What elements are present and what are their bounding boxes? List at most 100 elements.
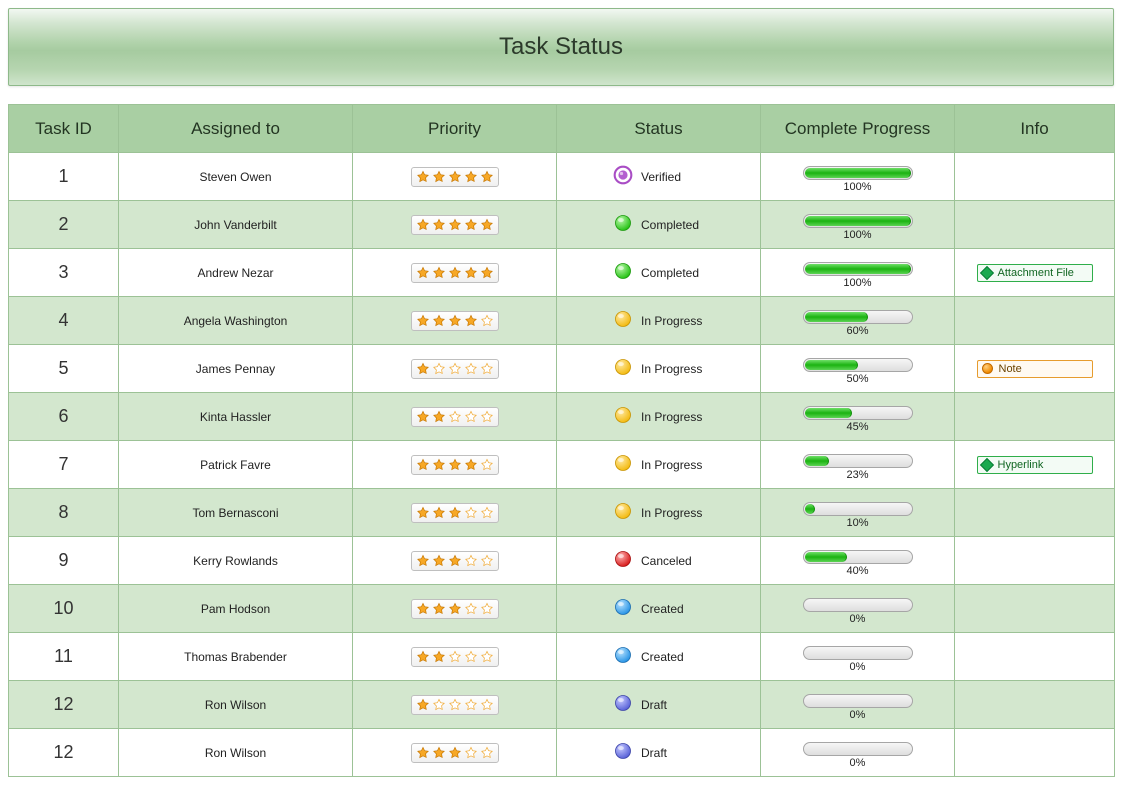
info-tag-label: Attachment File (998, 267, 1074, 279)
star-rating (411, 743, 499, 763)
status-cell: Completed (557, 249, 761, 297)
table-row: 6 Kinta Hassler In Progress 45% (9, 393, 1115, 441)
info-cell: Note (955, 345, 1115, 393)
star-rating (411, 359, 499, 379)
progress-value: 0% (850, 661, 866, 673)
status-cell: Completed (557, 201, 761, 249)
priority-cell (353, 297, 557, 345)
progress-value: 0% (850, 709, 866, 721)
info-cell (955, 729, 1115, 777)
attachment-icon (979, 457, 993, 471)
progress-bar (803, 598, 913, 612)
progress-cell: 10% (761, 489, 955, 537)
task-id-cell: 10 (9, 585, 119, 633)
table-row: 12 Ron Wilson Draft 0% (9, 729, 1115, 777)
table-header-row: Task ID Assigned to Priority Status Comp… (9, 105, 1115, 153)
status-cell: Created (557, 633, 761, 681)
task-id-cell: 8 (9, 489, 119, 537)
table-row: 12 Ron Wilson Draft 0% (9, 681, 1115, 729)
col-header-assigned: Assigned to (119, 105, 353, 153)
table-row: 3 Andrew Nezar Completed 100% Attach (9, 249, 1115, 297)
info-cell (955, 153, 1115, 201)
status-label: In Progress (641, 314, 702, 328)
priority-cell (353, 345, 557, 393)
task-id-cell: 12 (9, 729, 119, 777)
progress-value: 45% (846, 421, 868, 433)
status-label: Verified (641, 170, 681, 184)
progress-bar (803, 742, 913, 756)
progress-bar (803, 454, 913, 468)
table-row: 4 Angela Washington In Progress 60% (9, 297, 1115, 345)
assigned-to-cell: Pam Hodson (119, 585, 353, 633)
status-cell: In Progress (557, 393, 761, 441)
assigned-to-cell: Ron Wilson (119, 729, 353, 777)
star-rating (411, 647, 499, 667)
progress-bar (803, 310, 913, 324)
assigned-to-cell: Patrick Favre (119, 441, 353, 489)
progress-cell: 100% (761, 249, 955, 297)
task-id-cell: 6 (9, 393, 119, 441)
progress-bar (803, 166, 913, 180)
col-header-task-id: Task ID (9, 105, 119, 153)
task-table: Task ID Assigned to Priority Status Comp… (8, 104, 1115, 777)
progress-cell: 23% (761, 441, 955, 489)
status-cell: Draft (557, 729, 761, 777)
col-header-progress: Complete Progress (761, 105, 955, 153)
info-tag[interactable]: Attachment File (977, 264, 1093, 282)
status-orb-icon (613, 741, 633, 764)
progress-value: 60% (846, 325, 868, 337)
progress-cell: 100% (761, 153, 955, 201)
progress-bar (803, 406, 913, 420)
progress-bar (803, 502, 913, 516)
table-row: 8 Tom Bernasconi In Progress 10% (9, 489, 1115, 537)
col-header-status: Status (557, 105, 761, 153)
info-tag[interactable]: Hyperlink (977, 456, 1093, 474)
info-cell (955, 393, 1115, 441)
info-cell: Hyperlink (955, 441, 1115, 489)
status-label: Created (641, 602, 684, 616)
progress-value: 100% (843, 277, 871, 289)
status-cell: In Progress (557, 297, 761, 345)
info-cell (955, 489, 1115, 537)
progress-bar (803, 262, 913, 276)
table-row: 11 Thomas Brabender Created 0% (9, 633, 1115, 681)
progress-cell: 45% (761, 393, 955, 441)
star-rating (411, 695, 499, 715)
page-title: Task Status (8, 8, 1114, 86)
star-rating (411, 407, 499, 427)
progress-value: 10% (846, 517, 868, 529)
priority-cell (353, 489, 557, 537)
task-id-cell: 7 (9, 441, 119, 489)
progress-bar (803, 214, 913, 228)
task-id-cell: 1 (9, 153, 119, 201)
status-cell: In Progress (557, 345, 761, 393)
status-orb-icon (613, 453, 633, 476)
task-id-cell: 9 (9, 537, 119, 585)
priority-cell (353, 153, 557, 201)
assigned-to-cell: Andrew Nezar (119, 249, 353, 297)
status-label: Draft (641, 746, 667, 760)
priority-cell (353, 681, 557, 729)
info-cell (955, 201, 1115, 249)
progress-value: 0% (850, 757, 866, 769)
task-id-cell: 12 (9, 681, 119, 729)
star-rating (411, 263, 499, 283)
info-tag-label: Note (999, 363, 1022, 375)
status-cell: In Progress (557, 489, 761, 537)
status-orb-icon (613, 597, 633, 620)
status-label: In Progress (641, 458, 702, 472)
info-cell (955, 297, 1115, 345)
task-id-cell: 4 (9, 297, 119, 345)
task-id-cell: 11 (9, 633, 119, 681)
priority-cell (353, 633, 557, 681)
status-cell: Verified (557, 153, 761, 201)
info-tag[interactable]: Note (977, 360, 1093, 378)
assigned-to-cell: Thomas Brabender (119, 633, 353, 681)
star-rating (411, 215, 499, 235)
progress-value: 40% (846, 565, 868, 577)
status-label: Completed (641, 218, 699, 232)
progress-value: 100% (843, 181, 871, 193)
assigned-to-cell: Angela Washington (119, 297, 353, 345)
progress-cell: 0% (761, 681, 955, 729)
progress-value: 23% (846, 469, 868, 481)
